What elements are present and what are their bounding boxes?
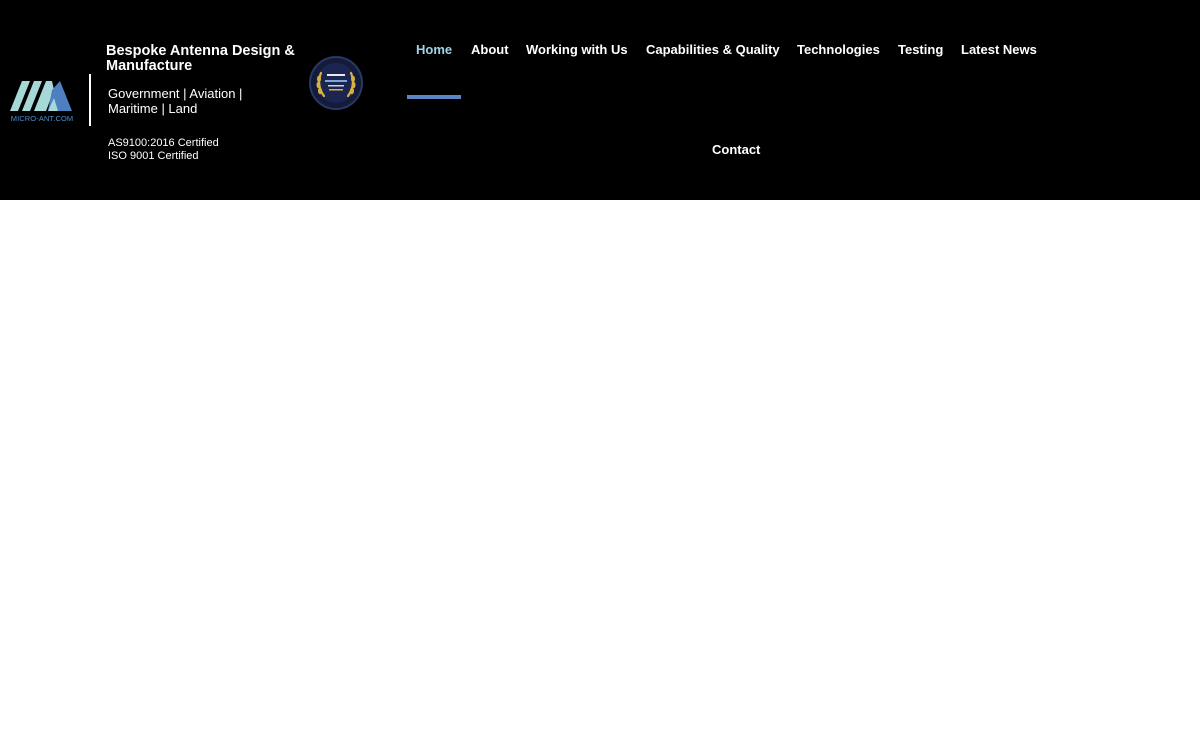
nav-capabilities-quality[interactable]: Capabilities & Quality [646,42,780,57]
site-header: MICRO-ANT.COM Bespoke Antenna Design & M… [0,0,1200,200]
nav-technologies[interactable]: Technologies [797,42,880,57]
logo-text: MICRO-ANT.COM [10,114,74,123]
certifications: AS9100:2016 Certified ISO 9001 Certified [108,137,219,163]
brand-sectors: Government | Aviation | Maritime | Land [108,86,243,116]
site-logo[interactable]: MICRO-ANT.COM [8,78,76,126]
logo-mark-icon [10,81,72,111]
nav-about[interactable]: About [471,42,509,57]
nav-contact[interactable]: Contact [712,142,760,157]
award-laurel-badge-icon [308,55,364,111]
brand-divider [89,74,91,126]
nav-home[interactable]: Home [416,42,452,57]
nav-testing[interactable]: Testing [898,42,943,57]
brand-tagline: Bespoke Antenna Design & Manufacture [106,43,295,74]
nav-latest-news[interactable]: Latest News [961,42,1037,57]
nav-active-indicator [407,95,461,99]
certification-as9100: AS9100:2016 Certified [108,137,219,149]
nav-working-with-us[interactable]: Working with Us [526,42,628,57]
certification-iso9001: ISO 9001 Certified [108,150,199,162]
